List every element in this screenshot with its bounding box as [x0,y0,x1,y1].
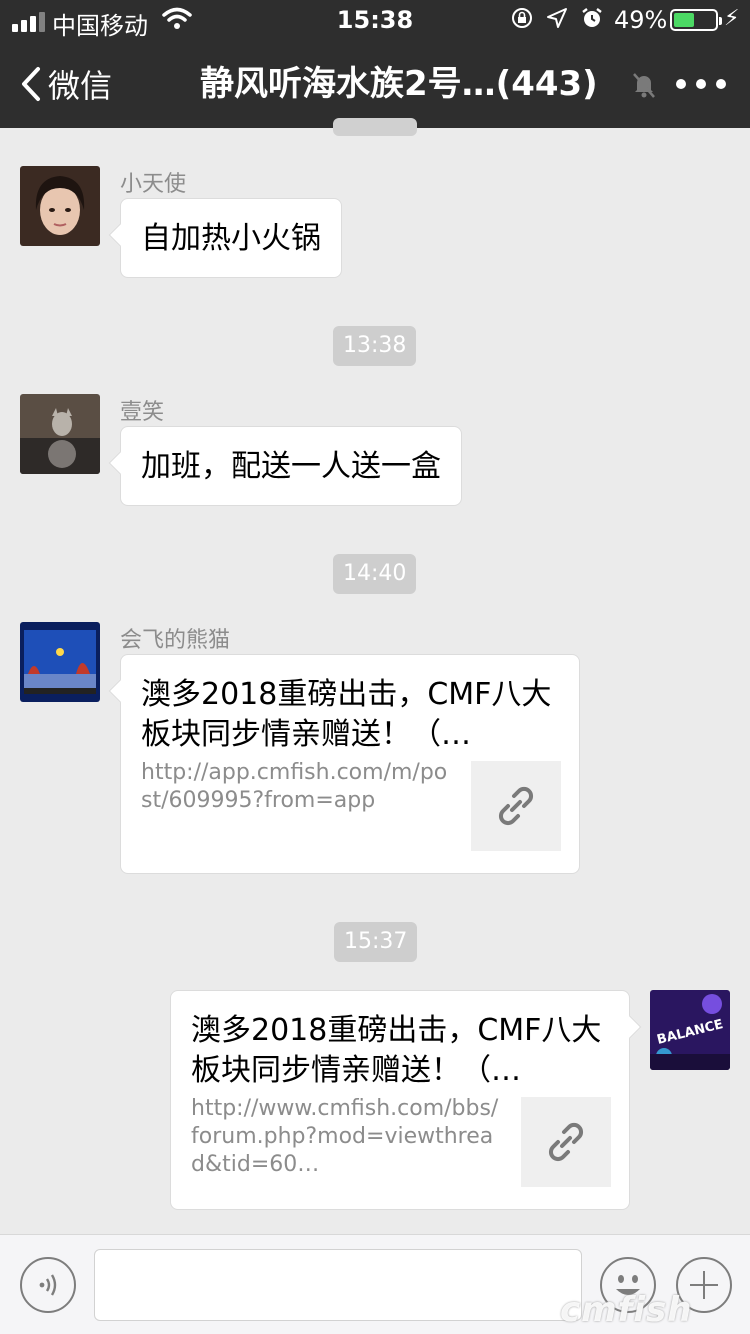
link-icon [548,1122,584,1162]
chevron-left-icon [22,67,40,101]
voice-icon [39,1274,57,1296]
rotation-lock-icon [512,8,532,28]
sender-name: 小天使 [120,172,187,197]
sender-name: 壹笑 [120,400,165,425]
link-card-url: http://www.cmfish.com/bbs/forum.php?mod=… [191,1096,499,1177]
top-bar: 中国移动 15:38 49% ⚡ 微信 静风听海水族2号…(443) [0,0,750,128]
timestamp: 15:37 [334,922,418,962]
location-icon [547,8,567,28]
link-card[interactable]: 澳多2018重磅出击，CMF八大板块同步情亲赠送！（… http://www.c… [170,990,642,1210]
back-label: 微信 [48,67,113,105]
mute-bell-icon [633,73,655,98]
link-card[interactable]: 澳多2018重磅出击，CMF八大板块同步情亲赠送！（… http://app.c… [108,654,580,874]
timestamp: 14:40 [333,554,417,594]
link-thumbnail [521,1097,611,1187]
chat-area[interactable]: 小天使 自加热小火锅 13:38 壹笑 加班，配送一人送一盒 14:40 会飞的… [0,118,750,1234]
status-bar: 中国移动 15:38 49% ⚡ [0,0,750,40]
timestamp: 13:38 [333,326,417,366]
avatar-self[interactable]: BALANCE [650,990,730,1070]
charging-icon: ⚡ [724,6,740,31]
link-card-url: http://app.cmfish.com/m/post/609995?from… [141,760,448,813]
message-bubble[interactable]: 加班，配送一人送一盒 [108,426,462,506]
sender-name: 会飞的熊猫 [120,628,231,653]
alarm-icon [582,8,602,27]
message-text: 加班，配送一人送一盒 [141,449,441,484]
link-icon [498,786,534,826]
link-card-title: 澳多2018重磅出击，CMF八大板块同步情亲赠送！（… [141,677,552,752]
message-bubble[interactable]: 自加热小火锅 [108,198,342,278]
battery-percent: 49% [614,6,668,34]
voice-button[interactable] [20,1257,76,1313]
watermark: cmfish [560,1290,693,1330]
back-button[interactable]: 微信 [20,60,112,108]
avatar-yixiao[interactable] [20,394,100,474]
message-input[interactable] [94,1249,582,1321]
avatar-xiaotianshi[interactable] [20,166,100,246]
link-thumbnail [471,761,561,851]
timestamp-partial [333,118,417,136]
more-button[interactable] [676,70,726,98]
battery-icon [670,9,722,31]
avatar-huifeidexiongmao[interactable] [20,622,100,702]
message-text: 自加热小火锅 [141,221,321,256]
link-card-title: 澳多2018重磅出击，CMF八大板块同步情亲赠送！（… [191,1013,602,1088]
chat-title: 静风听海水族2号…(443) [200,64,598,104]
